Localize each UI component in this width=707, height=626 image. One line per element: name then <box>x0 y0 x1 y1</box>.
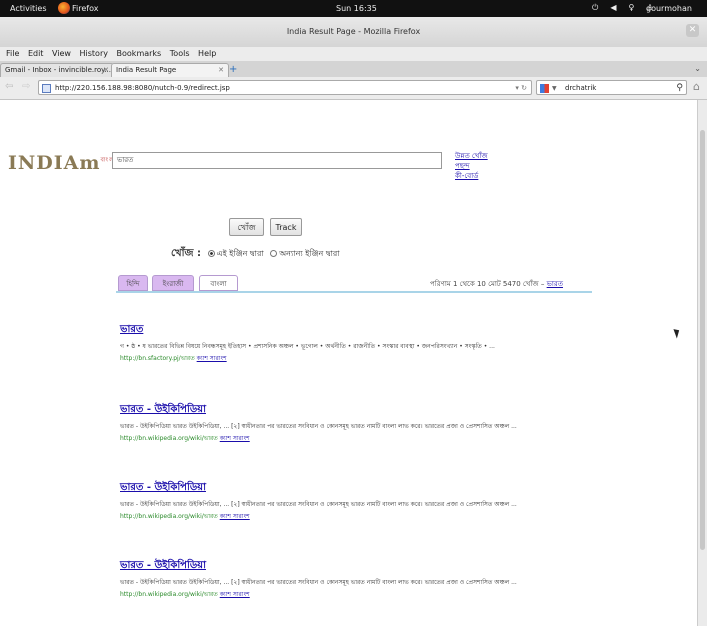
tab-bangla[interactable]: বাংলা <box>199 275 238 291</box>
results-divider <box>116 291 592 293</box>
app-menu-button[interactable]: Firefox <box>72 4 98 13</box>
reload-icon[interactable]: ▾ ↻ <box>515 81 527 96</box>
menu-bar: File Edit View History Bookmarks Tools H… <box>0 47 707 61</box>
result-count-text: পরিণাম 1 থেকে 10 মোট 5470 খোঁজ – <box>430 280 545 288</box>
search-bar[interactable]: ▼ drchatrik ⚲ <box>536 80 687 95</box>
result-url: http://bn.wikipedia.org/wiki/ভারত ক্যাশ … <box>120 511 580 522</box>
result-cache-link[interactable]: ক্যাশ সারাংশ <box>220 513 250 520</box>
menu-history[interactable]: History <box>80 49 108 58</box>
result-count-query-link[interactable]: ভারত <box>547 280 563 288</box>
page-icon <box>42 84 51 93</box>
menu-view[interactable]: View <box>52 49 71 58</box>
system-top-bar: Activities Firefox Sun 16:35 ⏻ ◀ ♀ ♙ gourmo… <box>0 0 707 17</box>
page-scrollbar[interactable] <box>697 100 707 626</box>
radio-this-engine[interactable] <box>207 250 215 257</box>
person-icon[interactable]: ♀ <box>628 3 634 12</box>
search-button[interactable]: খোঁজ <box>229 218 264 236</box>
result-url-text: http://bn.sfactory.pj/ভারত <box>120 355 195 362</box>
scope-label: খোঁজ : <box>171 248 201 259</box>
tab-bar: Gmail - Inbox - invincible.roy... ✕ Indi… <box>0 61 707 78</box>
result-cache-link[interactable]: ক্যাশ সারাংশ <box>220 591 250 598</box>
navigation-bar: ⇦ ⇨ http://220.156.188.98:8080/nutch-0.9… <box>0 77 707 100</box>
result-snippet: গ • ষ্ঠ • ষ ভারতের বিভিন্ন বিষয়ে নিবন্ধ… <box>120 343 495 350</box>
network-icon[interactable]: ⏻ <box>592 3 598 12</box>
result-snippet: ভারত - উইকিপিডিয়া ভারত উইকিপিডিয়া, ...… <box>120 579 517 586</box>
search-result: ভারত - উইকিপিডিয়া ভারত - উইকিপিডিয়া ভা… <box>120 558 580 600</box>
mouse-cursor-icon <box>673 327 682 339</box>
tab-english[interactable]: ইংরাজী <box>152 275 194 291</box>
result-url-text: http://bn.wikipedia.org/wiki/ভারত <box>120 591 218 598</box>
menu-file[interactable]: File <box>6 49 19 58</box>
search-result: ভারত গ • ষ্ঠ • ষ ভারতের বিভিন্ন বিষয়ে ন… <box>120 322 580 364</box>
back-icon[interactable]: ⇦ <box>5 81 13 92</box>
search-icon[interactable]: ⚲ <box>676 81 683 96</box>
search-input[interactable]: ভারত <box>112 152 442 169</box>
result-count: পরিণাম 1 থেকে 10 মোট 5470 খোঁজ – ভারত <box>430 278 563 290</box>
advanced-search-link[interactable]: উন্নত খোঁজ <box>455 152 488 160</box>
forward-icon[interactable]: ⇨ <box>22 81 30 92</box>
firefox-icon <box>58 2 70 14</box>
track-button[interactable]: Track <box>270 218 302 236</box>
menu-help[interactable]: Help <box>198 49 216 58</box>
result-snippet: ভারত - উইকিপিডিয়া ভারত উইকিপিডিয়া, ...… <box>120 501 517 508</box>
result-snippet: ভারত - উইকিপিডিয়া ভারত উইকিপিডিয়া, ...… <box>120 423 517 430</box>
url-text: http://220.156.188.98:8080/nutch-0.9/red… <box>55 84 230 92</box>
radio-other-engines[interactable] <box>270 250 278 257</box>
new-tab-icon[interactable]: + <box>229 64 237 75</box>
search-engine-icon[interactable] <box>540 84 549 93</box>
scope-option-label: অন্যান্য ইঞ্জিন দ্বারা <box>279 249 340 258</box>
menu-tools[interactable]: Tools <box>170 49 190 58</box>
tab-hindi[interactable]: হিন্দি <box>118 275 148 291</box>
close-tab-icon[interactable]: ✕ <box>103 64 109 77</box>
result-url-text: http://bn.wikipedia.org/wiki/ভারত <box>120 513 218 520</box>
result-title-link[interactable]: ভারত - উইকিপিডিয়া <box>120 402 580 419</box>
menu-edit[interactable]: Edit <box>28 49 44 58</box>
tab-label: India Result Page <box>116 66 177 74</box>
search-bar-text: drchatrik <box>565 84 597 92</box>
tab-list-icon[interactable]: ⌄ <box>694 64 701 73</box>
site-logo[interactable]: INDIAmবাংলা <box>8 152 116 174</box>
search-result: ভারত - উইকিপিডিয়া ভারত - উইকিপিডিয়া ভা… <box>120 402 580 444</box>
home-icon[interactable]: ⌂ <box>693 80 700 93</box>
close-window-icon[interactable]: ✕ <box>686 24 699 37</box>
scope-option-label: এই ইঞ্জিন দ্বারা <box>216 249 264 258</box>
search-result: ভারত - উইকিপিডিয়া ভারত - উইকিপিডিয়া ভা… <box>120 480 580 522</box>
close-tab-icon[interactable]: ✕ <box>218 64 224 77</box>
result-cache-link[interactable]: ক্যাশ সারাংশ <box>220 435 250 442</box>
preferences-link[interactable]: পছন্দ <box>455 162 470 170</box>
result-url: http://bn.wikipedia.org/wiki/ভারত ক্যাশ … <box>120 433 580 444</box>
clock[interactable]: Sun 16:35 <box>336 4 377 13</box>
tab-label: Gmail - Inbox - invincible.roy... <box>5 66 111 74</box>
scrollbar-thumb[interactable] <box>700 130 705 550</box>
keyboard-link[interactable]: কী-বোর্ড <box>455 172 478 180</box>
tab-gmail[interactable]: Gmail - Inbox - invincible.roy... ✕ <box>0 63 114 77</box>
result-title-link[interactable]: ভারত <box>120 322 580 339</box>
search-scope: খোঁজ : এই ইঞ্জিন দ্বারা অন্যান্য ইঞ্জিন … <box>171 246 340 263</box>
tab-india-result[interactable]: India Result Page ✕ <box>111 63 229 77</box>
volume-icon[interactable]: ◀ <box>610 3 616 12</box>
page-content: INDIAmবাংলা ভারত উন্নত খোঁজ পছন্দ কী-বোর… <box>0 100 697 626</box>
result-cache-link[interactable]: ক্যাশ সারাংশ <box>197 355 227 362</box>
url-bar[interactable]: http://220.156.188.98:8080/nutch-0.9/red… <box>38 80 532 95</box>
result-url: http://bn.sfactory.pj/ভারত ক্যাশ সারাংশ <box>120 353 580 364</box>
result-title-link[interactable]: ভারত - উইকিপিডিয়া <box>120 558 580 575</box>
result-url: http://bn.wikipedia.org/wiki/ভারত ক্যাশ … <box>120 589 580 600</box>
result-title-link[interactable]: ভারত - উইকিপিডিয়া <box>120 480 580 497</box>
menu-bookmarks[interactable]: Bookmarks <box>117 49 162 58</box>
window-title: India Result Page - Mozilla Firefox <box>286 27 421 36</box>
window-title-bar: India Result Page - Mozilla Firefox ✕ <box>0 17 707 48</box>
result-url-text: http://bn.wikipedia.org/wiki/ভারত <box>120 435 218 442</box>
side-links: উন্নত খোঁজ পছন্দ কী-বোর্ড <box>455 151 488 181</box>
chevron-down-icon[interactable]: ▼ <box>552 81 557 96</box>
logo-text: INDIAm <box>8 152 101 174</box>
activities-button[interactable]: Activities <box>10 4 47 13</box>
user-menu[interactable]: gourmohan <box>646 4 692 13</box>
